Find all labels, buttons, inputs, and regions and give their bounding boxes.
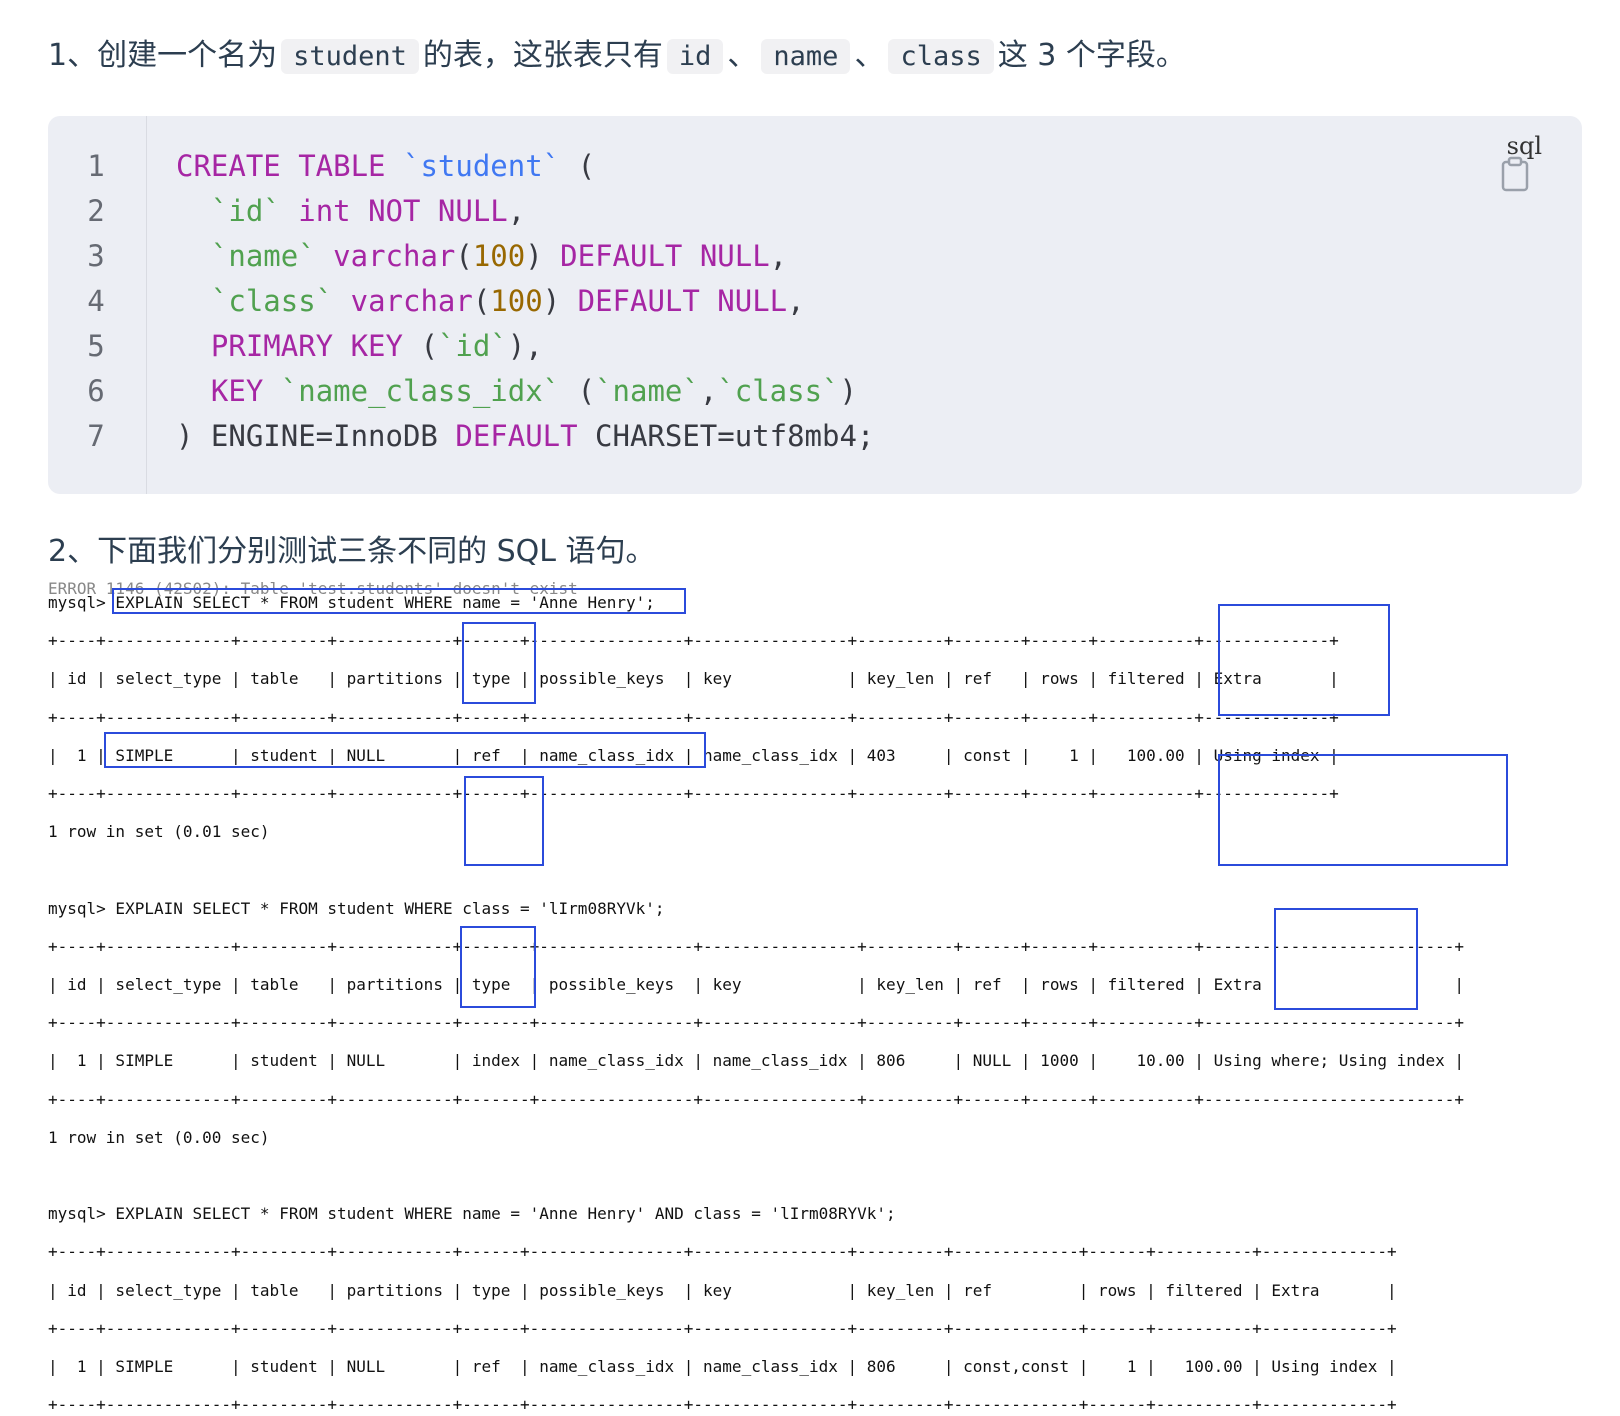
extra2-highlight-box [1218, 754, 1508, 866]
code-token: , [699, 374, 718, 408]
terminal-line: +----+-------------+---------+----------… [48, 1318, 1397, 1338]
code-token: `id` [437, 329, 508, 363]
type3-highlight-box [460, 926, 536, 1008]
code-token: ) [525, 239, 561, 273]
code-token: ( [560, 149, 596, 183]
terminal-line: 1 row in set (0.00 sec) [48, 1127, 270, 1147]
code-line: `name` varchar(100) DEFAULT NULL, [176, 234, 874, 279]
terminal-line: mysql> EXPLAIN SELECT * FROM student WHE… [48, 898, 665, 918]
terminal-line: +----+-------------+---------+----------… [48, 784, 1339, 803]
line-number: 1 [87, 149, 105, 183]
code-token: DEFAULT NULL [560, 239, 770, 273]
code-token: `class` [210, 284, 334, 318]
line-number-gutter: 1 2 3 4 5 6 7 [48, 116, 147, 494]
terminal-line: +----+-------------+---------+----------… [48, 1395, 1397, 1415]
intro-suffix: 这 3 个字段。 [997, 38, 1186, 73]
intro-mid: 的表，这张表只有 [422, 38, 663, 73]
code-token: varchar [350, 284, 473, 318]
terminal-line: | id | select_type | table | partitions … [48, 1280, 1397, 1300]
code-token: CHARSET=utf8mb4; [577, 419, 875, 453]
clipboard-icon[interactable] [1500, 156, 1530, 192]
line-number: 7 [87, 419, 105, 453]
terminal-line: +----+-------------+---------+----------… [48, 1089, 1465, 1109]
inline-code-student: student [281, 39, 419, 74]
sql-code-block: 1 2 3 4 5 6 7 CREATE TABLE `student` ( `id` in… [48, 116, 1582, 494]
intro-sep2: 、 [854, 38, 885, 73]
code-token: varchar [333, 239, 456, 273]
terminal-line: | 1 | SIMPLE | student | NULL | index | … [48, 1051, 1465, 1071]
intro-prefix: 1、创建一个名为 [48, 38, 278, 73]
code-line: CREATE TABLE `student` ( [176, 144, 874, 189]
intro-paragraph: 1、创建一个名为 student 的表，这张表只有 id、 name、 class 这 3 … [48, 34, 1186, 79]
code-token: int NOT NULL [298, 194, 508, 228]
code-token: 100 [490, 284, 543, 318]
code-token: 100 [472, 239, 526, 273]
terminal-line: +----+-------------+---------+----------… [48, 1013, 1465, 1033]
line-number: 4 [87, 284, 105, 318]
code-token: PRIMARY KEY [210, 329, 403, 363]
code-line: KEY `name_class_idx` (`name`,`class`) [176, 369, 874, 414]
intro-sep1: 、 [727, 38, 758, 73]
inline-code-class: class [888, 39, 994, 74]
terminal-line: 1 row in set (0.01 sec) [48, 822, 270, 842]
code-line: PRIMARY KEY (`id`), [176, 324, 874, 369]
code-token: `student` [402, 149, 561, 183]
extra3-highlight-box [1274, 908, 1418, 1010]
inline-code-name: name [761, 39, 851, 74]
code-line: `id` int NOT NULL, [176, 189, 874, 234]
code-token: ) [542, 284, 578, 318]
type1-highlight-box [462, 622, 536, 704]
code-token: DEFAULT NULL [577, 284, 788, 318]
terminal-line: +----+-------------+---------+----------… [48, 707, 1339, 727]
query2-highlight-box [104, 732, 706, 768]
code-token: ( [402, 329, 438, 363]
extra1-highlight-box [1218, 604, 1390, 716]
terminal-line: +----+-------------+---------+----------… [48, 631, 1339, 651]
code-token: `name` [210, 239, 316, 273]
mysql-terminal-output: ERROR 1146 (42S02): Table 'test.students… [48, 579, 1608, 1414]
code-token: `id` [210, 194, 281, 228]
terminal-line: +----+-------------+---------+----------… [48, 1242, 1397, 1262]
test-paragraph: 2、下面我们分别测试三条不同的 SQL 语句。 [48, 534, 656, 569]
terminal-line: +----+-------------+---------+----------… [48, 936, 1465, 956]
terminal-line: | id | select_type | table | partitions … [48, 975, 1465, 994]
code-token: `name` [595, 374, 700, 408]
code-token: ) [839, 374, 857, 408]
code-token: ( [560, 374, 596, 408]
query1-highlight-box [112, 588, 686, 614]
code-token: `class` [717, 374, 840, 408]
code-token: `name_class_idx` [280, 374, 561, 408]
code-token: , [787, 284, 805, 318]
terminal-line: | id | select_type | table | partitions … [48, 669, 1339, 689]
line-number: 5 [87, 329, 105, 363]
terminal-line: mysql> EXPLAIN SELECT * FROM student WHE… [48, 1204, 896, 1224]
code-line: `class` varchar(100) DEFAULT NULL, [176, 279, 874, 324]
line-number: 3 [87, 239, 105, 273]
code-token: ) ENGINE=InnoDB [176, 419, 456, 453]
terminal-line: | 1 | SIMPLE | student | NULL | ref | na… [48, 1357, 1397, 1376]
code-line: ) ENGINE=InnoDB DEFAULT CHARSET=utf8mb4; [176, 414, 874, 459]
code-token: ), [507, 329, 543, 363]
code-token: DEFAULT [455, 419, 578, 453]
line-number: 6 [87, 374, 105, 408]
code-token: , [769, 239, 788, 273]
code-token: , [507, 194, 526, 228]
code-token: ( [472, 284, 491, 318]
code-token: ( [455, 239, 473, 273]
inline-code-id: id [666, 39, 724, 74]
line-number: 2 [87, 194, 105, 228]
code-token: KEY [210, 374, 264, 408]
type2-highlight-box [464, 776, 544, 866]
sql-code: CREATE TABLE `student` ( `id` int NOT NU… [176, 144, 874, 459]
code-token: CREATE TABLE [176, 149, 403, 183]
